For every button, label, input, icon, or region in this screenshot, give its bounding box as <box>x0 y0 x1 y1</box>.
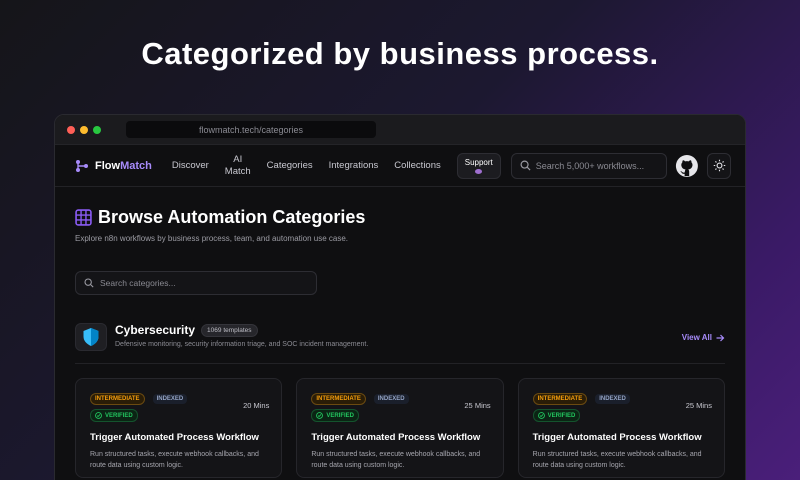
category-icon-tile <box>75 323 107 351</box>
indexed-badge: INDEXED <box>373 394 409 404</box>
shield-icon <box>83 328 99 346</box>
indexed-badge: INDEXED <box>595 394 630 404</box>
indexed-badge: INDEXED <box>152 394 188 404</box>
card-title: Trigger Automated Process Workflow <box>532 432 702 443</box>
level-badge: INTERMEDIATE <box>90 393 145 405</box>
category-header: Cybersecurity 1069 templates Defensive m… <box>115 323 682 348</box>
category-section: Cybersecurity 1069 templates Defensive m… <box>75 323 725 364</box>
maximize-window-dot[interactable] <box>93 125 101 134</box>
workflow-search-placeholder: Search 5,000+ workflows... <box>535 160 645 171</box>
page-subtitle: Explore n8n workflows by business proces… <box>75 234 349 243</box>
headline: Categorized by business process. <box>141 36 659 71</box>
view-all-label: View All <box>681 333 712 342</box>
level-badge: INTERMEDIATE <box>311 393 366 405</box>
workflow-card[interactable]: INTERMEDIATE INDEXED 25 Mins VERIFIED Tr… <box>517 378 725 478</box>
support-button[interactable]: Support <box>456 152 501 179</box>
duration-label: 25 Mins <box>685 401 712 410</box>
nav-collections[interactable]: Collections <box>394 160 440 172</box>
github-icon[interactable] <box>675 153 699 179</box>
top-nav: FlowMatch Discover AI Match Categories In… <box>55 145 745 187</box>
address-bar[interactable]: flowmatch.tech/categories <box>126 121 376 138</box>
minimize-window-dot[interactable] <box>80 125 88 134</box>
level-badge: INTERMEDIATE <box>532 393 588 405</box>
theme-toggle-button[interactable] <box>707 152 731 179</box>
view-all-link[interactable]: View All <box>682 333 725 342</box>
workflow-card[interactable]: INTERMEDIATE INDEXED 25 Mins VERIFIED Tr… <box>296 378 504 478</box>
sun-icon <box>713 159 725 172</box>
category-description: Defensive monitoring, security informati… <box>115 341 369 348</box>
search-icon <box>84 278 94 288</box>
card-description: Run structured tasks, execute webhook ca… <box>90 451 259 469</box>
logo-icon <box>76 159 88 172</box>
duration-label: 20 Mins <box>243 401 270 410</box>
workflow-card[interactable]: INTERMEDIATE INDEXED 20 Mins VERIFIED Tr… <box>75 378 283 478</box>
logo-text: FlowMatch <box>95 159 152 172</box>
nav-discover[interactable]: Discover <box>172 160 209 172</box>
close-window-dot[interactable] <box>67 125 75 134</box>
category-search-placeholder: Search categories... <box>100 278 176 288</box>
browser-window: flowmatch.tech/categories FlowMatch Disc… <box>54 114 746 480</box>
arrow-right-icon <box>716 334 725 341</box>
verified-badge: VERIFIED <box>90 409 138 422</box>
check-icon <box>95 412 102 419</box>
heart-icon <box>475 168 483 174</box>
category-name: Cybersecurity <box>115 323 196 337</box>
verified-badge: VERIFIED <box>532 409 581 422</box>
nav-ai-match[interactable]: AI Match <box>225 154 251 178</box>
workflow-cards: INTERMEDIATE INDEXED 20 Mins VERIFIED Tr… <box>75 378 725 478</box>
card-description: Run structured tasks, execute webhook ca… <box>311 451 481 469</box>
page-title: Browse Automation Categories <box>98 207 366 227</box>
search-icon <box>520 160 531 171</box>
main-content: Browse Automation Categories Explore n8n… <box>55 207 745 478</box>
check-icon <box>316 412 324 419</box>
nav-categories[interactable]: Categories <box>267 160 313 172</box>
duration-label: 25 Mins <box>464 401 491 410</box>
template-count-badge: 1069 templates <box>201 323 258 337</box>
card-description: Run structured tasks, execute webhook ca… <box>532 451 702 469</box>
card-title: Trigger Automated Process Workflow <box>311 432 481 443</box>
card-title: Trigger Automated Process Workflow <box>90 432 259 443</box>
logo[interactable]: FlowMatch <box>75 159 152 173</box>
workflow-search-input[interactable]: Search 5,000+ workflows... <box>510 152 668 179</box>
nav-integrations[interactable]: Integrations <box>329 160 379 172</box>
category-search-input[interactable]: Search categories... <box>75 271 317 295</box>
grid-icon <box>75 209 92 226</box>
check-icon <box>537 412 545 419</box>
support-label: Support <box>464 157 493 167</box>
page-title-row: Browse Automation Categories <box>75 207 725 228</box>
browser-chrome: flowmatch.tech/categories <box>55 115 745 145</box>
verified-badge: VERIFIED <box>311 409 359 422</box>
